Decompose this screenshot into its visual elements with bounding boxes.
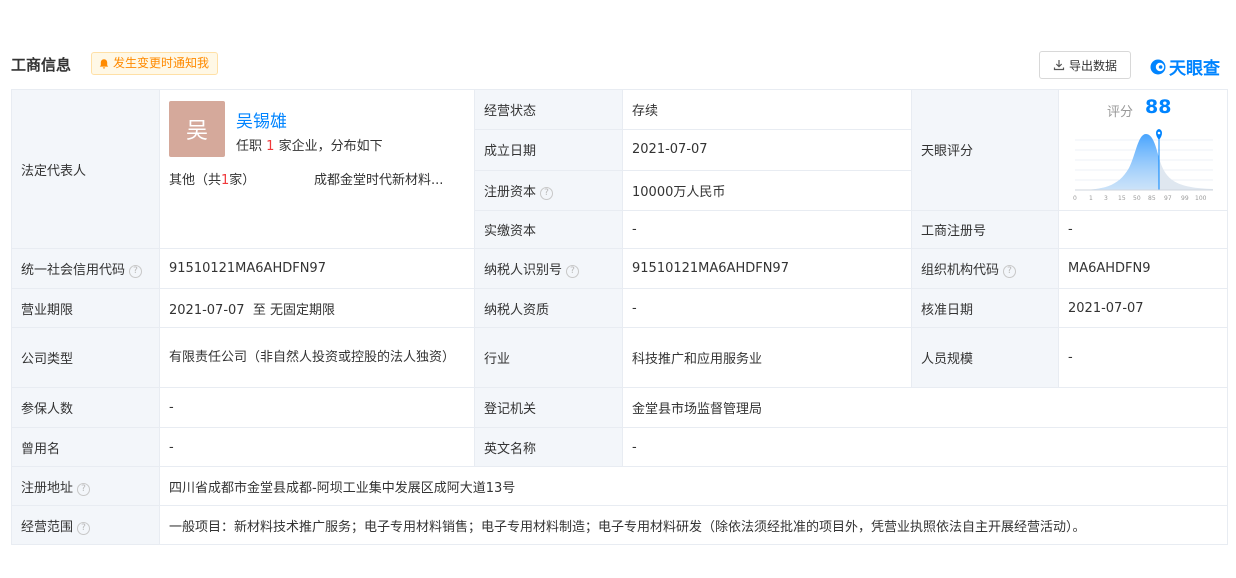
legal-rep-company-link[interactable]: 成都金堂时代新材料... [314,169,464,188]
legal-rep-cell: 吴 吴锡雄 任职 1 家企业，分布如下 其他（共1家） 成都金堂时代新材料... [159,89,475,249]
score-tick: 0 [1073,195,1077,202]
legal-rep-label: 法定代表人 [11,89,160,249]
score-ticks: 0 1 3 15 50 85 97 99 100 [1073,195,1207,202]
status-label: 经营状态 [474,88,623,131]
score-marker-icon [1156,129,1162,140]
address-value: 四川省成都市金堂县成都-阿坝工业集中发展区成阿大道13号 [159,466,1228,506]
legal-rep-other: 其他（共1家） [169,169,255,188]
capital-label: 注册资本 [484,184,537,200]
term-label: 营业期限 [11,288,160,328]
score-tick: 85 [1148,195,1156,202]
orgcode-label: 组织机构代码 [921,263,1000,278]
score-label: 天眼评分 [911,89,1059,211]
bell-icon [99,58,109,69]
insured-label: 参保人数 [11,387,160,428]
positions-prefix: 任职 [236,139,263,154]
staff-label: 人员规模 [911,327,1059,388]
score-widget[interactable]: 评分 88 0 1 3 15 50 85 97 99 100 [1073,96,1215,202]
business-info-table: 法定代表人 吴 吴锡雄 任职 1 家企业，分布如下 其他（共1家） 成都金堂时代… [11,88,1228,545]
help-icon[interactable]: ? [1003,265,1017,278]
formername-label: 曾用名 [11,427,160,467]
avatar[interactable]: 吴 [169,101,225,157]
capital-value: 10000万人民币 [622,169,912,211]
address-label-cell: 注册地址? [11,466,160,506]
legal-rep-positions: 任职 1 家企业，分布如下 [236,135,383,154]
type-value: 有限责任公司（非自然人投资或控股的法人独资） [159,327,475,388]
tianyancha-logo-icon [1150,59,1166,74]
notify-change-button[interactable]: 发生变更时通知我 [91,52,219,75]
export-data-button[interactable]: 导出数据 [1039,51,1131,79]
section-header: 工商信息 发生变更时通知我 导出数据 天眼查 [11,50,1227,80]
credit-value: 91510121MA6AHDFN97 [159,248,475,289]
regno-value: - [1058,209,1228,250]
other-prefix: 其他（共 [169,173,222,188]
status-value: 存续 [622,88,912,131]
regno-label: 工商注册号 [911,209,1059,250]
capital-label-cell: 注册资本? [474,169,623,211]
export-data-label: 导出数据 [1068,58,1117,73]
founded-label: 成立日期 [474,129,623,171]
score-cell[interactable]: 评分 88 0 1 3 15 50 85 97 99 100 [1058,89,1228,211]
download-icon [1053,60,1065,71]
taxid-value: 91510121MA6AHDFN97 [622,248,912,289]
positions-count: 1 [266,139,275,154]
staff-value: - [1058,327,1228,388]
credit-label: 统一社会信用代码 [21,263,126,278]
orgcode-value: MA6AHDFN9 [1058,248,1228,289]
score-curve-fill [1075,134,1159,190]
industry-label: 行业 [474,327,623,388]
tianyancha-logo: 天眼查 [1149,54,1220,79]
type-label: 公司类型 [11,327,160,388]
authority-label: 登记机关 [474,387,623,428]
orgcode-label-cell: 组织机构代码? [911,248,1059,289]
help-icon[interactable]: ? [77,521,91,535]
score-tick: 15 [1118,195,1126,202]
score-tick: 50 [1133,195,1141,202]
scope-label-cell: 经营范围? [11,505,160,545]
scope-label: 经营范围 [21,519,74,535]
address-label: 注册地址 [21,480,74,496]
paidin-value: - [622,209,912,250]
help-icon[interactable]: ? [129,265,143,278]
english-label: 英文名称 [474,427,623,467]
industry-value: 科技推广和应用服务业 [622,327,912,388]
formername-value: - [159,427,475,467]
score-tick: 97 [1164,195,1172,202]
approve-value: 2021-07-07 [1058,288,1228,328]
credit-label-cell: 统一社会信用代码? [11,248,160,289]
brand-text: 天眼查 [1169,59,1220,79]
other-suffix: 家） [229,173,256,188]
taxqual-label: 纳税人资质 [474,288,623,328]
insured-value: - [159,387,475,428]
help-icon[interactable]: ? [77,482,91,496]
paidin-label: 实缴资本 [474,209,623,250]
help-icon[interactable]: ? [566,265,580,278]
notify-change-label: 发生变更时通知我 [113,56,210,70]
score-tick: 3 [1104,195,1108,202]
legal-rep-name-link[interactable]: 吴锡雄 [236,107,287,132]
scope-value: 一般项目：新材料技术推广服务；电子专用材料销售；电子专用材料制造；电子专用材料研… [159,505,1228,545]
approve-label: 核准日期 [911,288,1059,328]
help-icon[interactable]: ? [540,186,554,200]
positions-suffix: 家企业，分布如下 [278,139,383,154]
founded-value: 2021-07-07 [622,129,912,171]
taxid-label: 纳税人识别号 [484,263,563,278]
score-distribution-chart: 0 1 3 15 50 85 97 99 100 [1073,129,1213,202]
term-value: 2021-07-07 至 无固定期限 [159,288,475,328]
taxqual-value: - [622,288,912,328]
score-tick: 100 [1195,195,1207,202]
taxid-label-cell: 纳税人识别号? [474,248,623,289]
english-value: - [622,427,1228,467]
authority-value: 金堂县市场监督管理局 [622,387,1228,428]
section-title: 工商信息 [11,56,72,74]
score-tick: 99 [1181,195,1189,202]
score-tick: 1 [1089,195,1093,202]
